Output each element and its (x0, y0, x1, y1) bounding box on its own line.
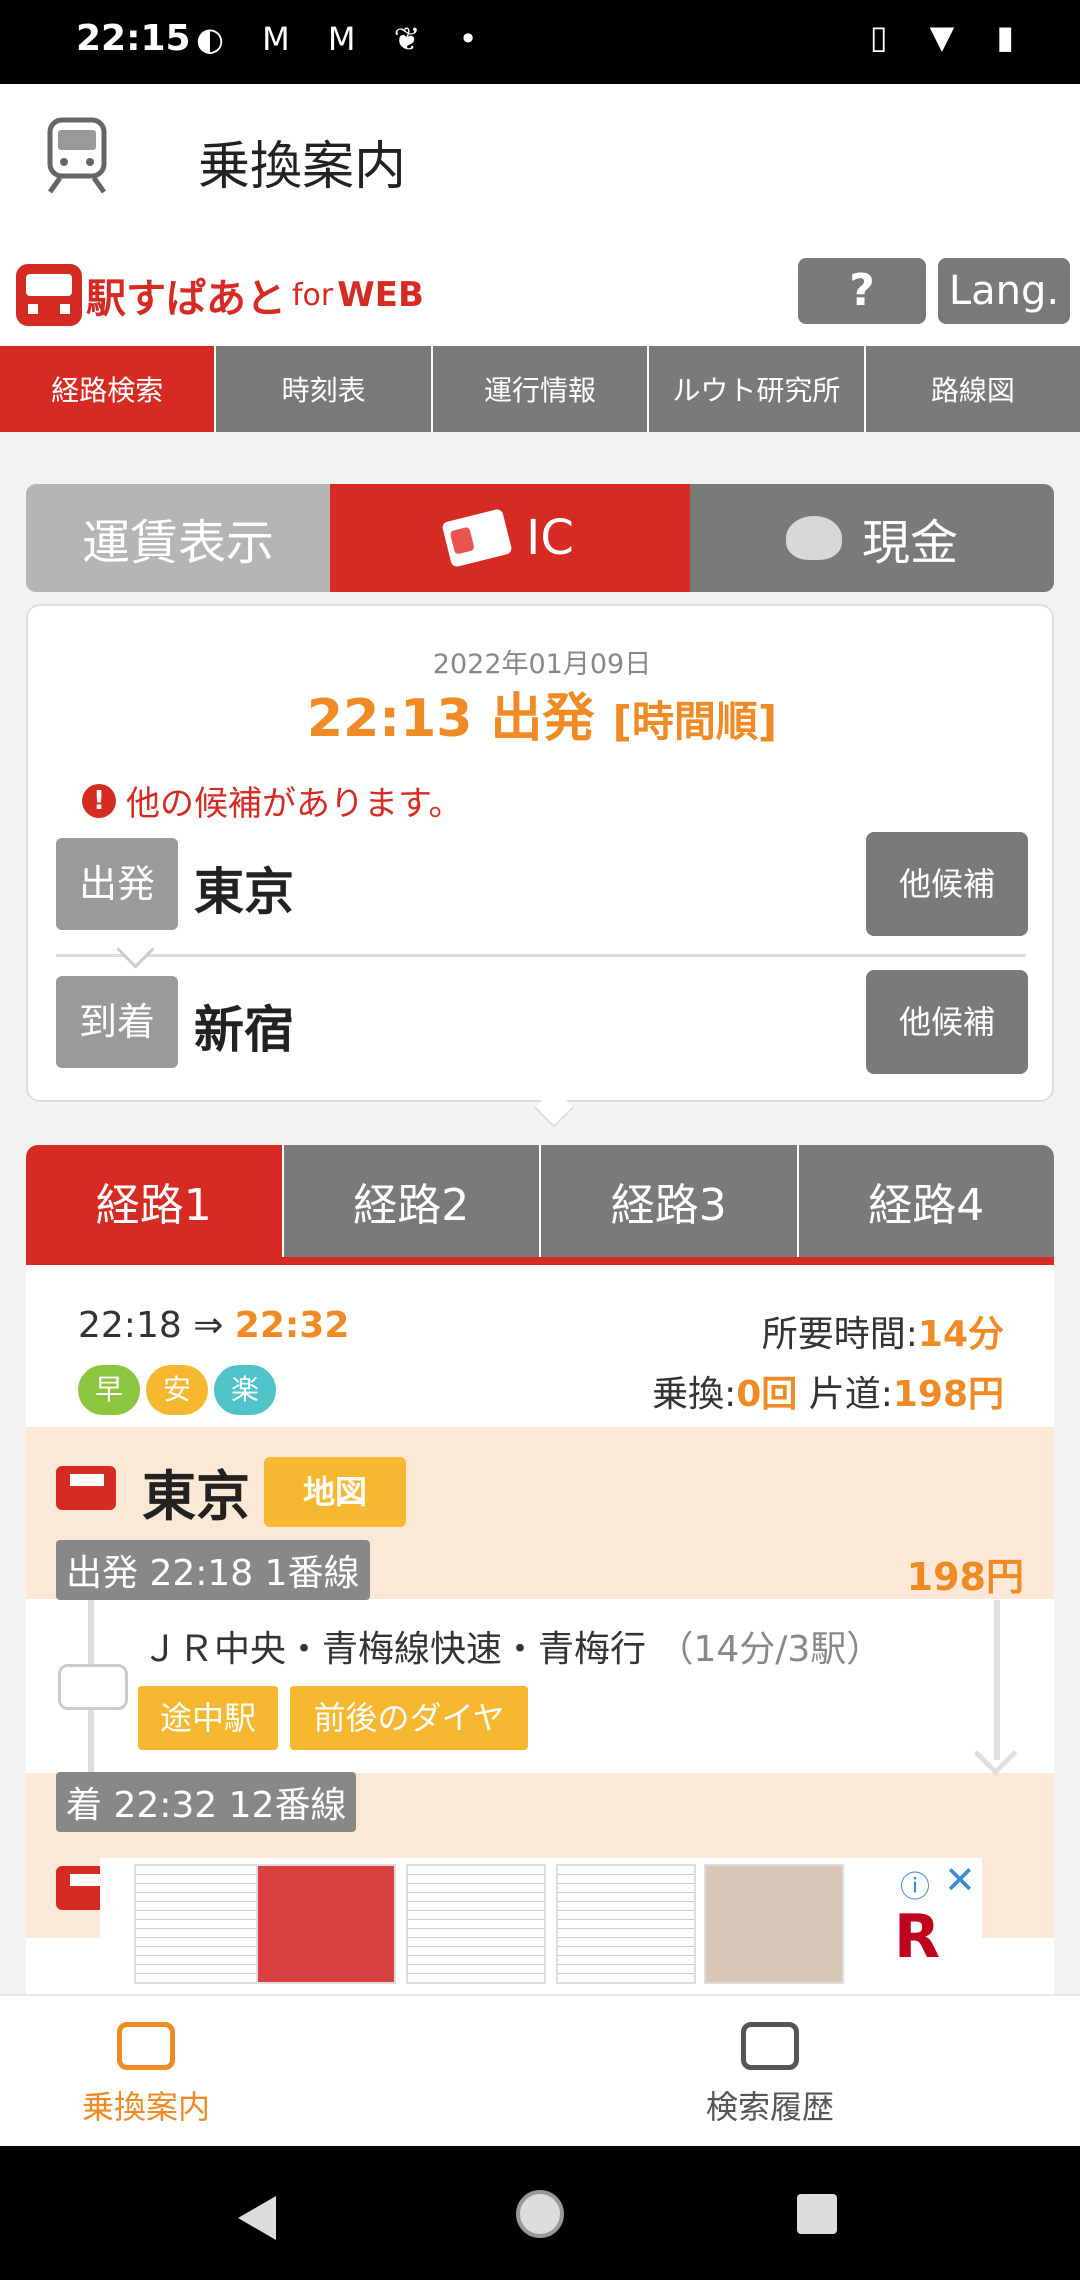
nav-transit[interactable]: 乗換案内 (0, 1996, 416, 2148)
to-other-candidates-button[interactable]: 他候補 (866, 970, 1028, 1074)
status-bar: 22:15 ◐ M M ❦ • ▯ ▼ ▮ (0, 0, 1080, 84)
ad-image-4[interactable] (556, 1864, 696, 1984)
logo-text: 駅すぱあと (86, 276, 286, 322)
depart-time: 22:18 ⇒ (78, 1305, 235, 1346)
ekispert-logo[interactable]: 駅すぱあと for WEB (16, 260, 424, 330)
line-name: ＪＲ中央・青梅線快速・青梅行 (142, 1629, 647, 1670)
notification-icons: ◐ M M ❦ • (196, 20, 492, 58)
transfer-and-fare: 乗換:0回 片道:198円 (652, 1365, 1004, 1417)
departure-station-name[interactable]: 東京 (142, 1452, 250, 1531)
cash-fare-label: 現金 (861, 515, 958, 571)
ad-close-icon[interactable]: ✕ (944, 1858, 976, 1902)
route-tabs: 経路1 経路2 経路3 経路4 (26, 1145, 1054, 1257)
tab-route-map[interactable]: 路線図 (865, 346, 1080, 432)
required-time-label: 所要時間: (761, 1314, 918, 1355)
status-time: 22:15 (76, 18, 191, 59)
history-nav-icon (741, 2022, 799, 2070)
recents-icon[interactable] (797, 2194, 837, 2234)
route-times: 22:18 ⇒ 22:32 (78, 1305, 349, 1346)
other-candidates-alert: ! 他の候補があります。 (82, 776, 463, 825)
arrival-info: 着 22:32 12番線 (56, 1772, 357, 1832)
bus-logo-icon (16, 264, 82, 326)
depart-time-text: 22:13 出発 (306, 689, 595, 749)
departure-info: 出発 22:18 1番線 (56, 1540, 370, 1600)
tab-route-1[interactable]: 経路1 (26, 1145, 284, 1257)
ad-info-icon[interactable]: ⓘ (900, 1862, 930, 1906)
to-station: 新宿 (194, 1001, 294, 1059)
bottom-navigation: 乗換案内 検索履歴 (0, 1994, 1080, 2148)
tab-route-4[interactable]: 経路4 (798, 1145, 1054, 1257)
nav-transit-label: 乗換案内 (81, 2088, 210, 2126)
fare-display-tab[interactable]: 運賃表示 (26, 484, 330, 592)
logo-for: for (292, 277, 334, 313)
app-title: 乗換案内 (198, 137, 407, 197)
cheapest-badge: 安 (146, 1365, 208, 1415)
arrive-time: 22:32 (234, 1305, 350, 1346)
system-navigation-bar (0, 2146, 1080, 2280)
from-other-candidates-button[interactable]: 他候補 (866, 832, 1028, 936)
route-tab-underline (26, 1257, 1054, 1265)
map-button[interactable]: 地図 (264, 1457, 406, 1527)
transfer-label: 乗換: (652, 1374, 737, 1415)
alert-icon: ! (82, 783, 116, 818)
ad-image-2[interactable] (256, 1864, 396, 1984)
ad-image-1[interactable] (134, 1864, 274, 1984)
from-station: 東京 (194, 863, 294, 921)
fastest-badge: 早 (78, 1365, 140, 1415)
back-icon[interactable] (238, 2196, 276, 2240)
sort-order: [時間順] (612, 697, 778, 746)
train-app-icon (47, 117, 107, 194)
tab-timetable[interactable]: 時刻表 (216, 346, 433, 432)
divider (56, 954, 1026, 957)
logo-web: WEB (337, 275, 424, 315)
easiest-badge: 楽 (214, 1365, 276, 1415)
to-label: 到着 (56, 976, 178, 1068)
help-button[interactable]: ? (798, 258, 926, 324)
oneway-label: 片道: (797, 1374, 893, 1415)
via-stations-button[interactable]: 途中駅 (138, 1686, 278, 1750)
app-bar: 乗換案内 (0, 84, 1080, 242)
required-time-value: 14分 (917, 1314, 1004, 1355)
ad-image-5[interactable] (704, 1864, 844, 1984)
train-line: ＪＲ中央・青梅線快速・青梅行 （14分/3駅） (142, 1620, 882, 1672)
tab-route-search[interactable]: 経路検索 (0, 346, 217, 432)
from-label: 出発 (56, 838, 178, 930)
ad-banner[interactable]: ⓘ ✕ R (100, 1858, 982, 1990)
fare-type-tabs: 運賃表示 IC 現金 (26, 484, 1054, 592)
tab-service-info[interactable]: 運行情報 (432, 346, 650, 432)
tab-route-2[interactable]: 経路2 (283, 1145, 541, 1257)
train-icon (58, 1664, 128, 1710)
segment-fare: 198円 (906, 1555, 1024, 1599)
cash-fare-tab[interactable]: 現金 (690, 484, 1054, 592)
station-icon (56, 1466, 116, 1510)
line-duration: （14分/3駅） (657, 1629, 883, 1670)
rakuten-logo: R (894, 1902, 941, 1972)
oneway-value: 198円 (892, 1374, 1004, 1415)
nav-history[interactable]: 検索履歴 (500, 1996, 1040, 2148)
ic-fare-label: IC (526, 510, 574, 566)
timetable-around-button[interactable]: 前後のダイヤ (290, 1686, 528, 1750)
main-nav-tabs: 経路検索 時刻表 運行情報 ルウト研究所 路線図 (0, 346, 1080, 432)
alert-text: 他の候補があります。 (126, 784, 463, 824)
ad-image-3[interactable] (406, 1864, 546, 1984)
system-status-icons: ▯ ▼ ▮ (869, 18, 1030, 56)
nav-history-label: 検索履歴 (705, 2088, 834, 2126)
purse-icon (785, 516, 842, 560)
search-depart-time[interactable]: 22:13 出発 [時間順] (28, 676, 1056, 751)
chevron-down-icon (116, 930, 155, 969)
route-badges: 早 安 楽 (78, 1365, 282, 1415)
home-icon[interactable] (516, 2190, 564, 2238)
search-conditions-card: 2022年01月09日 22:13 出発 [時間順] ! 他の候補があります。 … (26, 604, 1054, 1102)
tab-route-3[interactable]: 経路3 (541, 1145, 799, 1257)
ic-card-icon (441, 508, 513, 568)
train-nav-icon (117, 2022, 175, 2070)
web-header: 駅すぱあと for WEB ? Lang. (0, 242, 1080, 346)
required-time: 所要時間:14分 (762, 1305, 1004, 1357)
route-summary: 22:18 ⇒ 22:32 早 安 楽 所要時間:14分 乗換:0回 片道:19… (26, 1265, 1054, 1427)
tab-route-lab[interactable]: ルウト研究所 (649, 346, 866, 432)
language-button[interactable]: Lang. (938, 258, 1070, 324)
transfer-value: 0回 (736, 1374, 798, 1415)
ic-fare-tab[interactable]: IC (330, 484, 690, 592)
